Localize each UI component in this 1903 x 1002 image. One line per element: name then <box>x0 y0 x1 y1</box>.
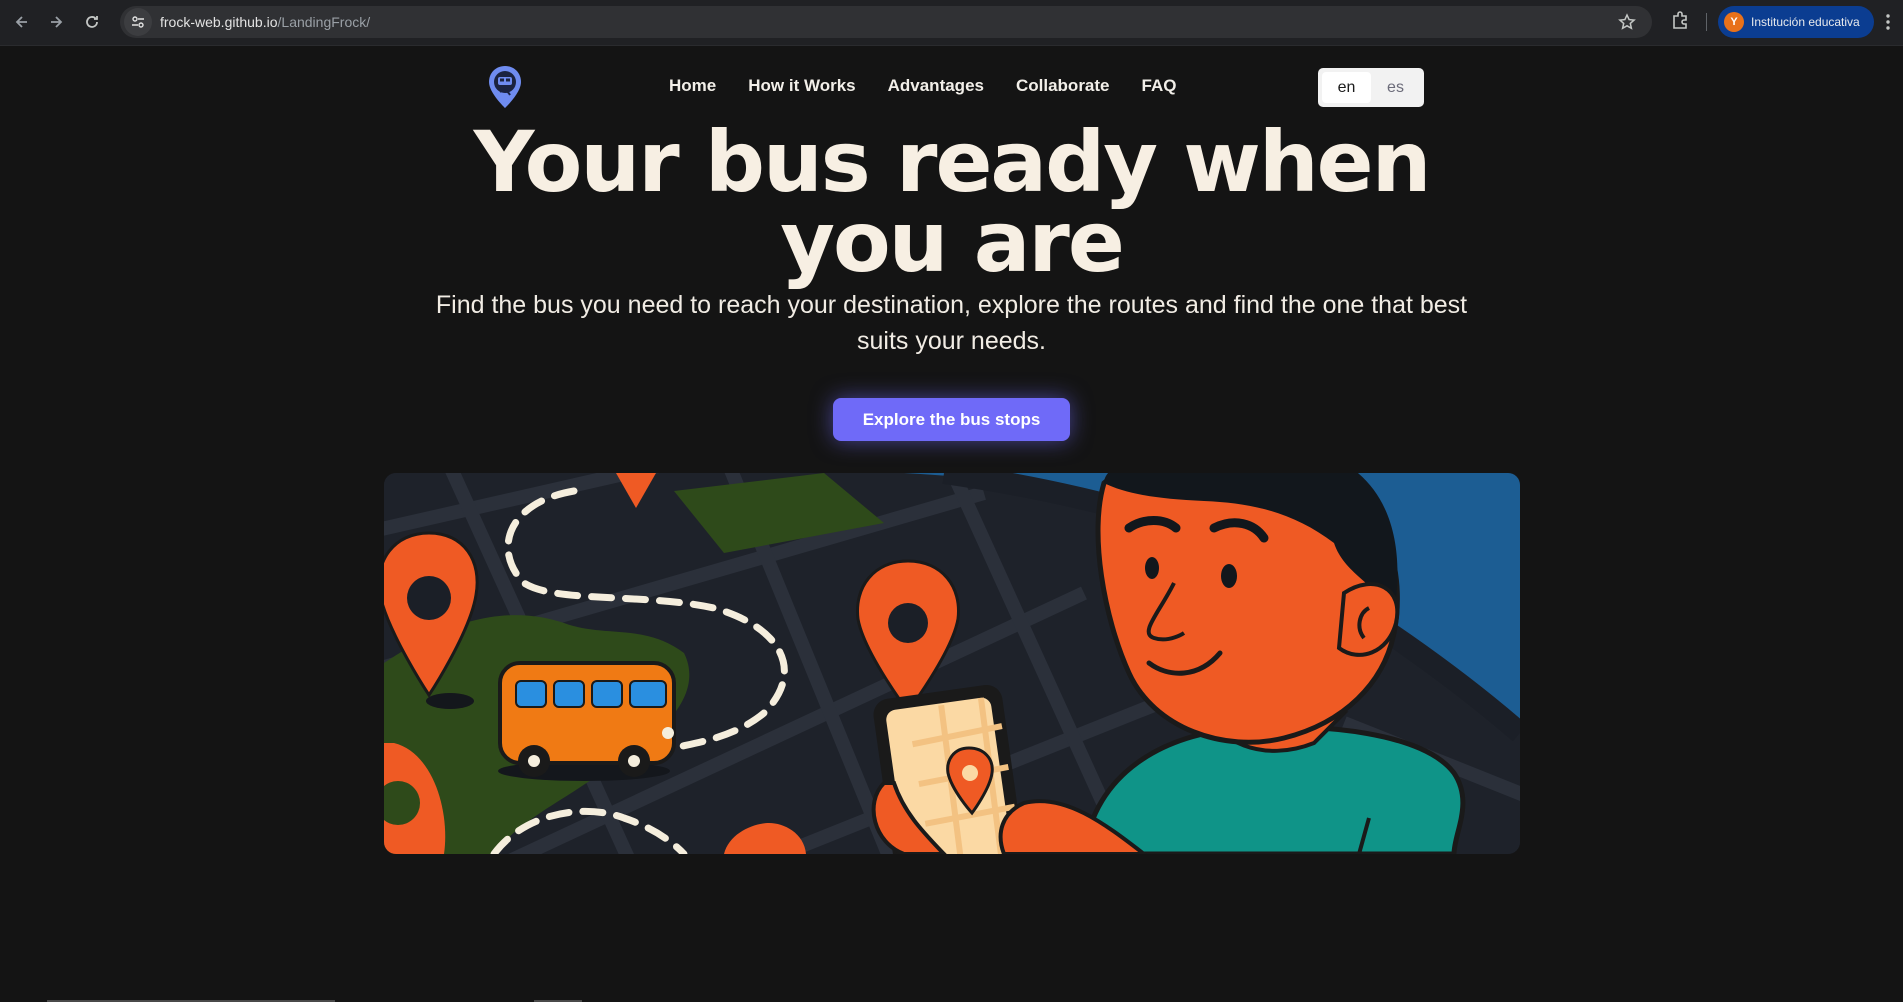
nav-collaborate[interactable]: Collaborate <box>1016 76 1110 96</box>
profile-name: Institución educativa <box>1751 15 1860 29</box>
profile-avatar: Y <box>1724 12 1744 32</box>
main-navigation: Home How it Works Advantages Collaborate… <box>669 76 1208 96</box>
back-arrow-icon[interactable] <box>10 10 34 34</box>
extensions-icon[interactable] <box>1670 10 1692 32</box>
toolbar-divider <box>1706 13 1707 31</box>
address-bar[interactable]: frock-web.github.io/LandingFrock/ <box>120 6 1652 38</box>
explore-bus-stops-button[interactable]: Explore the bus stops <box>833 398 1070 441</box>
url-domain: frock-web.github.io <box>160 14 278 30</box>
language-switcher: en es <box>1318 68 1424 107</box>
hero-illustration <box>384 473 1520 854</box>
nav-home[interactable]: Home <box>669 76 716 96</box>
bookmark-star-icon[interactable] <box>1618 13 1636 31</box>
more-menu-icon[interactable] <box>1884 12 1892 32</box>
language-option-es[interactable]: es <box>1371 72 1420 103</box>
reload-icon[interactable] <box>80 10 104 34</box>
site-settings-icon[interactable] <box>124 8 152 36</box>
hero-subtitle-line-2: suits your needs. <box>857 327 1046 355</box>
nav-how-it-works[interactable]: How it Works <box>748 76 855 96</box>
bus-pin-logo-icon[interactable] <box>486 64 524 110</box>
profile-button[interactable]: Y Institución educativa <box>1718 6 1874 38</box>
browser-toolbar: frock-web.github.io/LandingFrock/ Y Inst… <box>0 0 1903 46</box>
hero-title: Your bus ready when you are <box>300 120 1603 284</box>
nav-advantages[interactable]: Advantages <box>888 76 984 96</box>
forward-arrow-icon[interactable] <box>44 10 68 34</box>
url-text: frock-web.github.io/LandingFrock/ <box>160 14 370 30</box>
hero-title-line-2: you are <box>780 193 1125 291</box>
nav-faq[interactable]: FAQ <box>1142 76 1177 96</box>
language-option-en[interactable]: en <box>1322 72 1371 103</box>
url-path: /LandingFrock/ <box>277 14 371 30</box>
hero-subtitle: Find the bus you need to reach your dest… <box>370 287 1533 359</box>
hero-subtitle-line-1: Find the bus you need to reach your dest… <box>435 291 1468 319</box>
bus-icon <box>498 661 676 781</box>
